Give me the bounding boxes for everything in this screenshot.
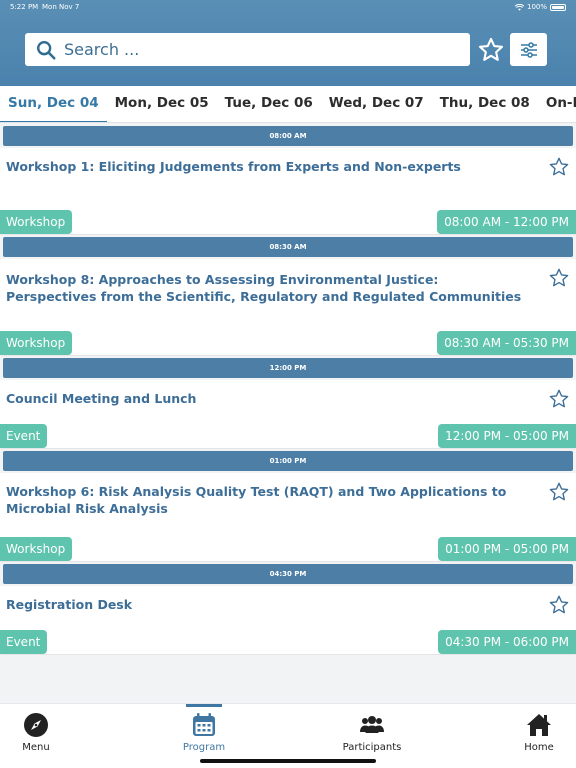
session-meta: Workshop 01:00 PM - 05:00 PM [0,537,576,561]
session-title: Workshop 6: Risk Analysis Quality Test (… [6,484,507,516]
session-meta: Event 12:00 PM - 05:00 PM [0,424,576,448]
session-meta: Event 04:30 PM - 06:00 PM [0,630,576,654]
home-icon [527,714,551,736]
session-time-badge: 08:00 AM - 12:00 PM [437,210,576,234]
compass-icon [24,713,48,737]
tab-on-demand[interactable]: On-Demand [538,86,576,122]
session-meta: Workshop 08:00 AM - 12:00 PM [0,210,576,234]
session-title: Workshop 1: Eliciting Judgements from Ex… [6,159,461,174]
nav-label: Home [524,742,554,753]
session-time-badge: 01:00 PM - 05:00 PM [438,537,576,561]
wifi-icon [514,3,524,11]
search-box[interactable] [25,33,470,66]
session-card[interactable]: Registration Desk Event 04:30 PM - 06:00… [0,586,576,654]
tab-mon-dec-05[interactable]: Mon, Dec 05 [107,86,217,122]
status-bar: 5:22 PM Mon Nov 7 100% [0,2,576,14]
session-card[interactable]: Workshop 8: Approaches to Assessing Envi… [0,259,576,355]
calendar-icon [193,713,215,736]
home-indicator [200,759,376,763]
nav-item-home[interactable]: Home [499,704,576,753]
tab-sun-dec-04[interactable]: Sun, Dec 04 [0,86,107,122]
session-type-badge: Event [0,630,48,654]
star-outline-icon[interactable] [548,156,570,178]
search-icon [37,40,56,60]
session-type-badge: Workshop [0,331,73,355]
session-type-badge: Workshop [0,210,73,234]
star-outline-icon[interactable] [548,388,570,410]
nav-item-menu[interactable]: Menu [0,704,76,753]
nav-item-participants[interactable]: Participants [332,704,412,753]
users-icon [360,716,384,733]
time-header: 08:00 AM [3,126,573,146]
time-header: 04:30 PM [3,564,573,584]
star-outline-icon [478,37,504,61]
time-header: 12:00 PM [3,358,573,378]
status-time: 5:22 PM [10,3,39,11]
time-header: 01:00 PM [3,451,573,471]
session-time-badge: 04:30 PM - 06:00 PM [438,630,576,654]
filter-button[interactable] [510,33,547,66]
time-header: 08:30 AM [3,237,573,257]
session-title: Registration Desk [6,597,133,612]
tab-tue-dec-06[interactable]: Tue, Dec 06 [217,86,321,122]
session-time-badge: 12:00 PM - 05:00 PM [438,424,576,448]
nav-label: Program [182,742,226,753]
session-card[interactable]: Workshop 1: Eliciting Judgements from Ex… [0,148,576,234]
star-outline-icon[interactable] [548,594,570,616]
session-time-badge: 08:30 AM - 05:30 PM [437,331,576,355]
session-type-badge: Event [0,424,48,448]
tab-thu-dec-08[interactable]: Thu, Dec 08 [432,86,538,122]
session-card[interactable]: Council Meeting and Lunch Event 12:00 PM… [0,380,576,448]
date-tabs: Sun, Dec 04 Mon, Dec 05 Tue, Dec 06 Wed,… [0,86,576,123]
session-type-badge: Workshop [0,537,73,561]
nav-item-program[interactable]: Program [164,704,244,753]
search-input[interactable] [64,40,444,59]
session-meta: Workshop 08:30 AM - 05:30 PM [0,331,576,355]
tab-wed-dec-07[interactable]: Wed, Dec 07 [321,86,432,122]
battery-percent: 100% [526,3,547,11]
star-outline-icon[interactable] [548,267,570,289]
star-outline-icon[interactable] [548,481,570,503]
session-title: Workshop 8: Approaches to Assessing Envi… [6,272,522,304]
nav-label: Menu [22,742,50,753]
app-header: 5:22 PM Mon Nov 7 100% [0,0,576,86]
nav-label: Participants [342,742,402,753]
session-card[interactable]: Workshop 6: Risk Analysis Quality Test (… [0,473,576,561]
favorites-button[interactable] [475,33,507,66]
sliders-icon [520,41,537,58]
status-indicators: 100% [514,3,566,11]
status-date: Mon Nov 7 [42,3,80,11]
session-title: Council Meeting and Lunch [6,391,197,406]
session-list: 08:00 AM Workshop 1: Eliciting Judgement… [0,124,576,657]
battery-icon [550,3,566,11]
